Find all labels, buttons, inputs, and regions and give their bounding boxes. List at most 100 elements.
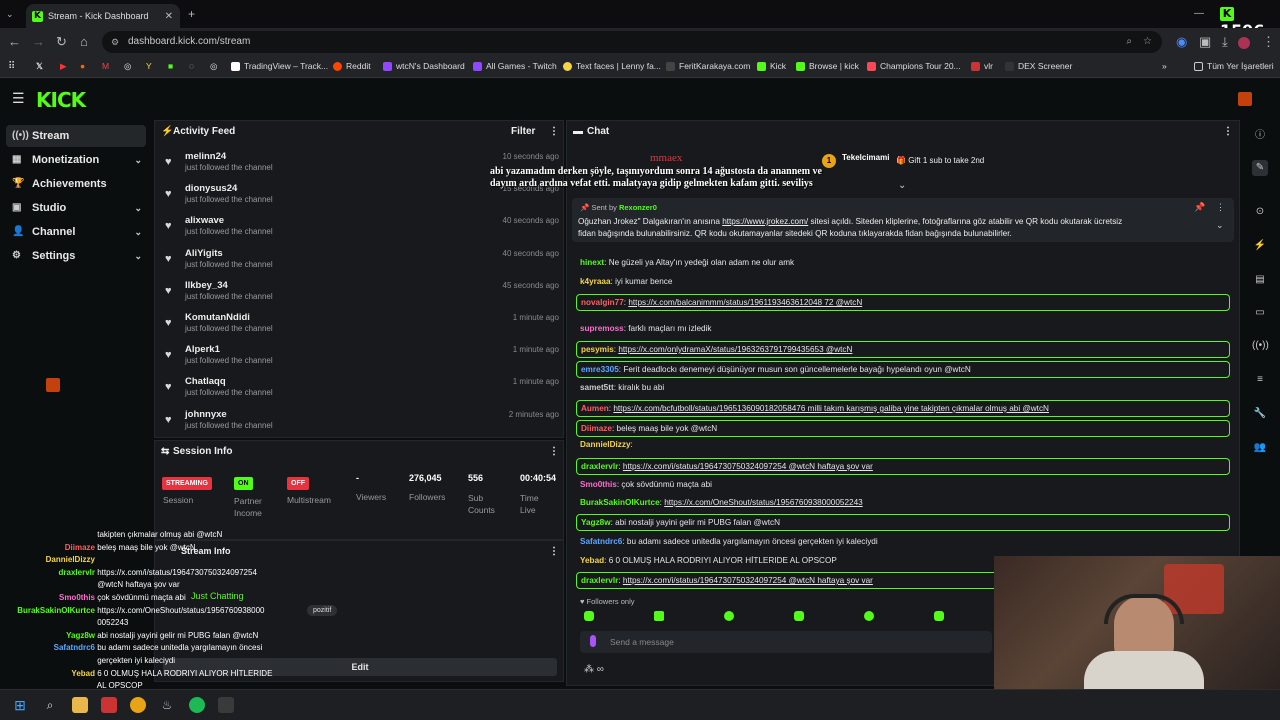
chat-message-text[interactable]: https://x.com/i/status/19647307503240972… [623, 576, 873, 585]
follower-name[interactable]: Chatlaqq [185, 376, 226, 387]
chat-message-text[interactable]: https://x.com/OneShout/status/1956760938… [664, 498, 862, 507]
sidebar-item-achievements[interactable]: 🏆 Achievements [6, 173, 146, 195]
pencil-icon[interactable]: ✎ [1252, 160, 1268, 176]
chat-username[interactable]: novalgin77 [581, 298, 624, 307]
emote-icon[interactable] [864, 611, 874, 621]
pin-toggle-icon[interactable]: 📌 [1194, 202, 1205, 213]
chat-username[interactable]: Safatndrc6 [580, 537, 622, 546]
chat-username[interactable]: Aumen [581, 404, 609, 413]
bookmark-dashboard[interactable]: wtcN's Dashboard [383, 61, 465, 71]
reload-icon[interactable]: ↻ [56, 34, 67, 50]
emote-icon[interactable] [724, 611, 734, 621]
user-avatar[interactable] [1238, 92, 1252, 106]
panel-menu-icon[interactable]: ⋮ [1223, 126, 1233, 137]
follower-name[interactable]: Ilkbey_34 [185, 280, 228, 291]
gift-leaderboard[interactable]: 🎁 Gift 1 sub to take 2nd [896, 156, 984, 165]
bookmark-lenny[interactable]: Text faces | Lenny fa... [563, 61, 661, 71]
clipboard-icon[interactable]: ▤ [1252, 272, 1268, 288]
chat-username[interactable]: emre3305 [581, 365, 619, 374]
yahoo-bookmark-icon[interactable]: Y [146, 61, 152, 71]
close-tab-icon[interactable]: ✕ [165, 11, 173, 22]
follower-name[interactable]: johnnyxe [185, 409, 227, 420]
mic-icon[interactable] [590, 635, 596, 647]
follower-name[interactable]: melinn24 [185, 151, 226, 162]
browser-tab[interactable]: K Stream - Kick Dashboard ✕ [26, 4, 180, 28]
chat-message-text[interactable]: https://x.com/balcanimmm/status/19611934… [628, 298, 862, 307]
web-bookmark-icon[interactable]: ◎ [124, 61, 131, 72]
chat-username[interactable]: Yebad [580, 556, 604, 565]
address-bar[interactable]: ⚙ dashboard.kick.com/stream ⌕ ☆ [102, 31, 1162, 53]
app-icon[interactable] [218, 697, 234, 713]
gmail-bookmark-icon[interactable]: M [102, 61, 109, 71]
bookmark-dexscreener[interactable]: DEX Screener [1005, 61, 1072, 71]
emote-icon[interactable] [794, 611, 804, 621]
pinned-menu-icon[interactable]: ⋮ [1216, 202, 1225, 213]
chat-username[interactable]: DannielDizzy [580, 440, 631, 449]
chat-message-text[interactable]: https://x.com/bcfutboll/status/196513609… [613, 404, 1049, 413]
follower-name[interactable]: dionysus24 [185, 183, 237, 194]
chat-message-text[interactable]: https://x.com/onlydramaX/status/19632637… [618, 345, 852, 354]
all-bookmarks[interactable]: Tüm Yer İşaretleri [1194, 61, 1274, 71]
chat-username[interactable]: k4yraaa [580, 277, 611, 286]
sidebar-item-monetization[interactable]: ▦ Monetization ⌄ [6, 149, 146, 171]
bookmark-tradingview[interactable]: TradingView – Track... [231, 61, 328, 71]
follower-name[interactable]: AliYigits [185, 248, 223, 259]
emote-icon[interactable] [934, 611, 944, 621]
target-icon[interactable]: ⊙ [1252, 204, 1268, 220]
tab-list-icon[interactable]: ⌄ [6, 6, 14, 22]
extension-icon[interactable]: ◉ [1176, 34, 1187, 50]
chat-username[interactable]: Yagz8w [581, 518, 611, 527]
bookmark-browse-kick[interactable]: Browse | kick [796, 61, 859, 71]
extensions-puzzle-icon[interactable]: ▣ [1199, 34, 1211, 50]
chat-username[interactable]: samet5tt [580, 383, 614, 392]
sidebar-item-channel[interactable]: 👤 Channel ⌄ [6, 221, 146, 243]
follower-name[interactable]: KomutanNdidi [185, 312, 250, 323]
list-icon[interactable]: ≡ [1252, 372, 1268, 388]
infinity-icon[interactable]: ⁂ ∞ [584, 664, 604, 675]
info-icon[interactable]: ⓘ [1252, 128, 1268, 144]
youtube-bookmark-icon[interactable]: ▶ [60, 61, 67, 72]
minimize-icon[interactable]: — [1194, 6, 1204, 22]
chevron-down-icon[interactable]: ⌄ [1216, 220, 1224, 231]
chat-username[interactable]: draxlervlr [581, 576, 618, 585]
profile-avatar[interactable] [1238, 37, 1250, 49]
chat-bubble-icon[interactable]: ▭ [1252, 305, 1268, 321]
more-bookmarks-icon[interactable]: » [1162, 61, 1167, 71]
app-icon[interactable] [101, 697, 117, 713]
file-explorer-icon[interactable] [72, 697, 88, 713]
follower-name[interactable]: Alperk1 [185, 344, 220, 355]
chat-username[interactable]: hinext [580, 258, 604, 267]
spotify-icon[interactable] [189, 697, 205, 713]
steam-icon[interactable]: ♨ [159, 697, 175, 713]
emote-icon[interactable] [654, 611, 664, 621]
site-info-icon[interactable]: ⚙ [111, 31, 119, 53]
green-bookmark-icon[interactable]: ■ [168, 61, 173, 71]
chat-input[interactable]: Send a message [580, 631, 992, 653]
chat-username[interactable]: BurakSakinOlKurtce [580, 498, 660, 507]
chrome-icon[interactable] [130, 697, 146, 713]
hamburger-menu-icon[interactable]: ☰ [12, 90, 25, 107]
bookmark-reddit[interactable]: Reddit [333, 61, 371, 71]
browser-menu-icon[interactable]: ⋮ [1262, 34, 1275, 50]
users-icon[interactable]: 👥 [1252, 440, 1268, 456]
expand-chevron-icon[interactable]: ⌄ [898, 180, 906, 191]
lightning-icon[interactable]: ⚡ [1252, 238, 1268, 254]
panel-menu-icon[interactable]: ⋮ [549, 126, 559, 137]
windows-start-icon[interactable]: ⊞ [12, 697, 28, 713]
web2-bookmark-icon[interactable]: ◎ [210, 61, 217, 72]
wrench-icon[interactable]: 🔧 [1252, 406, 1268, 422]
bookmark-champions[interactable]: Champions Tour 20... [867, 61, 961, 71]
bookmark-feritkarakaya[interactable]: FeritKarakaya.com [666, 61, 750, 71]
bookmark-vlr[interactable]: vlr [971, 61, 993, 71]
bookmark-star-icon[interactable]: ☆ [1143, 31, 1152, 53]
sidebar-item-stream[interactable]: ((•)) Stream [6, 125, 146, 147]
follower-name[interactable]: alixwave [185, 215, 224, 226]
sidebar-item-settings[interactable]: ⚙ Settings ⌄ [6, 245, 146, 267]
emote-icon[interactable] [584, 611, 594, 621]
chat-username[interactable]: Smo0this [580, 480, 617, 489]
home-icon[interactable]: ⌂ [80, 34, 88, 50]
globe-bookmark-icon[interactable]: ◌ [189, 61, 194, 71]
search-icon[interactable]: ⌕ [42, 697, 58, 713]
panel-menu-icon[interactable]: ⋮ [549, 546, 559, 557]
filter-button[interactable]: Filter [511, 126, 535, 137]
